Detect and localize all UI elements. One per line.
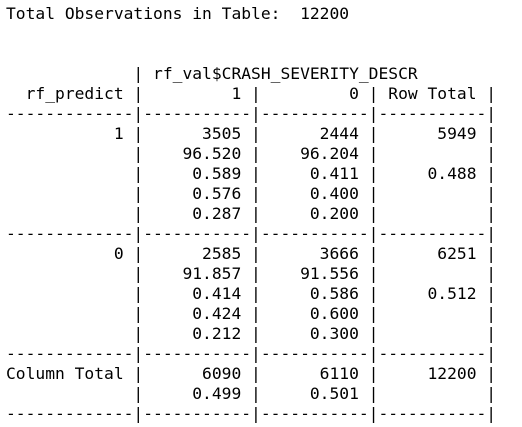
table-row: | 0.414 | 0.586 | 0.512 | — [6, 284, 497, 303]
table-separator: -------------|-----------|-----------|--… — [6, 104, 497, 123]
column-header-row: rf_predict | 1 | 0 | Row Total | — [6, 84, 497, 103]
console-output: Total Observations in Table: 12200 | rf_… — [6, 4, 496, 424]
table-row: | 0.212 | 0.300 | | — [6, 324, 497, 343]
table-separator: -------------|-----------|-----------|--… — [6, 344, 497, 363]
column-total-row: Column Total | 6090 | 6110 | 12200 | — [6, 364, 497, 383]
table-row: | 96.520 | 96.204 | | — [6, 144, 497, 163]
table-separator: -------------|-----------|-----------|--… — [6, 404, 497, 423]
table-row: 0 | 2585 | 3666 | 6251 | — [6, 244, 497, 263]
table-row: | 0.424 | 0.600 | | — [6, 304, 497, 323]
table-row: 1 | 3505 | 2444 | 5949 | — [6, 124, 497, 143]
total-observations-line: Total Observations in Table: 12200 — [6, 4, 350, 23]
table-row: | 0.287 | 0.200 | | — [6, 204, 497, 223]
table-row: | 91.857 | 91.556 | | — [6, 264, 497, 283]
table-separator: -------------|-----------|-----------|--… — [6, 224, 497, 243]
column-variable-header: | rf_val$CRASH_SEVERITY_DESCR — [6, 64, 418, 83]
table-row: | 0.499 | 0.501 | | — [6, 384, 497, 403]
table-row: | 0.589 | 0.411 | 0.488 | — [6, 164, 497, 183]
table-row: | 0.576 | 0.400 | | — [6, 184, 497, 203]
